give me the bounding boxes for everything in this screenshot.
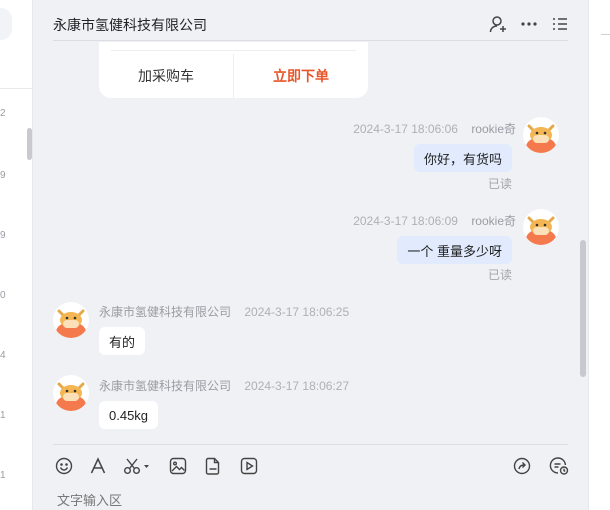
list-scrollbar[interactable]	[27, 128, 32, 160]
avatar[interactable]	[523, 209, 559, 245]
message-bubble[interactable]: 你好，有货吗	[413, 144, 512, 172]
add-contact-icon[interactable]	[488, 14, 508, 34]
message-bubble[interactable]: 有的	[99, 327, 146, 355]
avatar[interactable]	[523, 117, 559, 153]
image-icon[interactable]	[168, 456, 188, 476]
add-to-cart-button[interactable]: 加采购车	[99, 54, 233, 98]
message-time: 2024-3-17 18:06:09	[353, 214, 458, 228]
message-sender: rookie奇	[471, 122, 516, 136]
message-meta: 永康市氢健科技有限公司 2024-3-17 18:06:25	[99, 303, 349, 320]
message-time: 2024-3-17 18:06:27	[244, 379, 350, 393]
list-number: 9	[0, 230, 6, 241]
list-number: 2	[0, 108, 6, 119]
read-status: 已读	[487, 177, 512, 191]
header-divider	[53, 40, 568, 41]
emoji-icon[interactable]	[54, 456, 74, 476]
message-meta: 2024-3-17 18:06:09 rookie奇	[353, 212, 516, 229]
share-icon[interactable]	[512, 456, 532, 476]
card-divider	[111, 50, 356, 51]
message-sender: 永康市氢健科技有限公司	[99, 305, 232, 319]
chat-history-icon[interactable]	[549, 456, 569, 476]
message-time: 2024-3-17 18:06:06	[353, 122, 458, 136]
file-icon[interactable]	[203, 456, 223, 476]
message-bubble[interactable]: 一个 重量多少呀	[397, 236, 512, 264]
product-card: 加采购车 立即下单	[99, 42, 368, 98]
right-panel-divider	[601, 34, 610, 35]
cow-avatar-icon	[56, 309, 86, 338]
avatar[interactable]	[53, 302, 89, 338]
list-divider	[0, 88, 33, 89]
avatar[interactable]	[53, 375, 89, 411]
list-number: 0	[0, 290, 6, 301]
toolbar-divider	[53, 444, 568, 445]
chat-title: 永康市氢健科技有限公司	[53, 17, 207, 33]
video-icon[interactable]	[239, 456, 259, 476]
list-number: 9	[0, 170, 6, 181]
chat-header: 永康市氢健科技有限公司	[33, 0, 588, 41]
cow-avatar-icon	[526, 124, 556, 153]
message-input[interactable]: 文字输入区	[57, 490, 122, 509]
chat-scrollbar[interactable]	[580, 240, 586, 377]
message-bubble[interactable]: 0.45kg	[99, 401, 159, 429]
list-number: 4	[0, 350, 6, 361]
list-number: 1	[0, 410, 6, 421]
menu-icon[interactable]	[550, 14, 570, 34]
message-time: 2024-3-17 18:06:25	[244, 305, 350, 319]
buy-now-button[interactable]: 立即下单	[234, 54, 368, 98]
read-status: 已读	[487, 268, 512, 282]
more-icon[interactable]	[519, 14, 539, 34]
cow-avatar-icon	[56, 382, 86, 411]
chat-panel: 永康市氢健科技有限公司 加采购车 立即下单 2024-3-17 18:06:06…	[33, 0, 588, 510]
scissors-icon[interactable]	[122, 456, 152, 476]
conversation-list-edge: 2 9 9 0 4 1 1	[0, 0, 33, 510]
message-meta: 2024-3-17 18:06:06 rookie奇	[353, 120, 516, 137]
cow-avatar-icon	[526, 216, 556, 245]
message-sender: 永康市氢健科技有限公司	[99, 379, 232, 393]
message-sender: rookie奇	[471, 214, 516, 228]
right-panel-edge	[588, 0, 610, 510]
list-number: 1	[0, 470, 6, 481]
search-pill[interactable]	[0, 8, 12, 40]
message-meta: 永康市氢健科技有限公司 2024-3-17 18:06:27	[99, 377, 349, 394]
font-icon[interactable]	[88, 456, 108, 476]
